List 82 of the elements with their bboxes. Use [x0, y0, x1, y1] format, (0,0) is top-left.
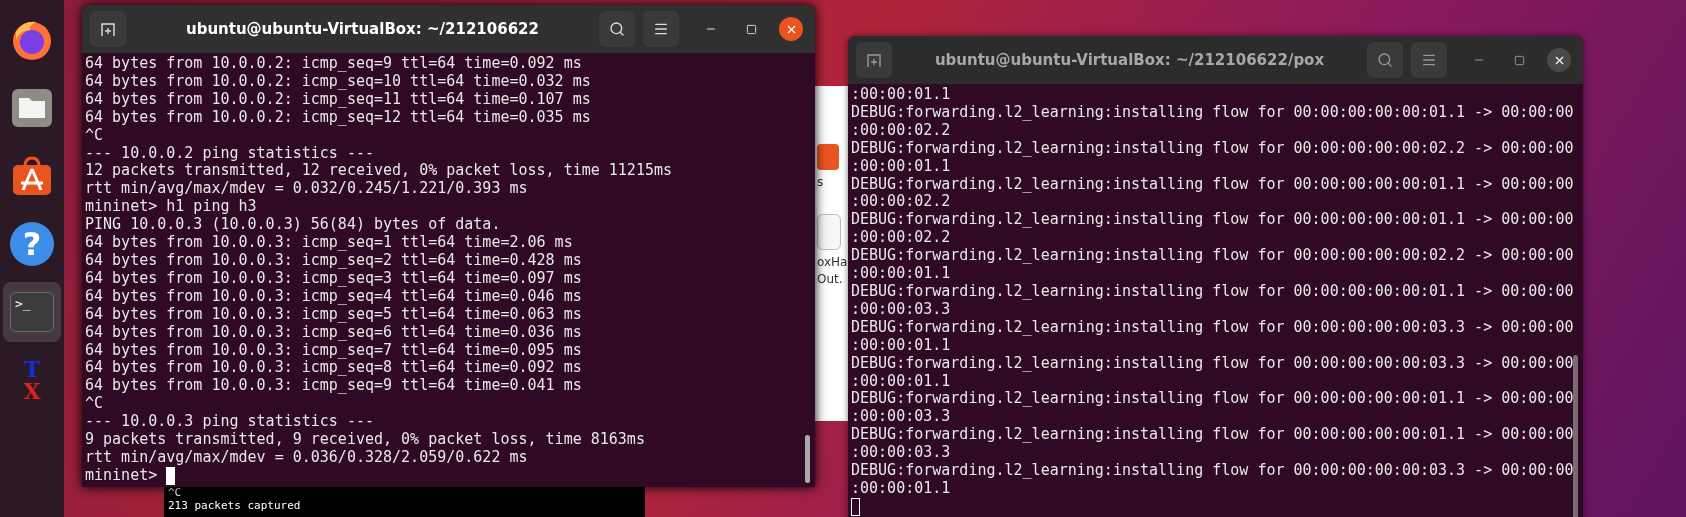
search-icon: [1377, 52, 1393, 68]
help-icon: ?: [10, 222, 54, 266]
close-button[interactable]: [1547, 48, 1571, 72]
maximize-icon: [745, 23, 757, 35]
new-tab-button[interactable]: [90, 11, 126, 47]
cursor: [851, 497, 860, 516]
window-title: ubuntu@ubuntu-VirtualBox: ~/212106622/pox: [933, 49, 1326, 71]
terminal-line: :00:00:02.2: [851, 193, 951, 212]
terminal-line: :00:00:01.1: [851, 336, 951, 355]
terminal-line: :00:00:03.3: [851, 300, 951, 319]
menu-icon: [1421, 52, 1437, 68]
terminal-line: 12 packets transmitted, 12 received, 0% packet loss, time 11215ms: [85, 162, 672, 181]
terminal-line: 213 packets captured: [168, 499, 301, 512]
shopping-bag-icon: [10, 154, 54, 198]
terminal-line: DEBUG:forwarding.l2_learning:installing flow for 00:00:00:00:00:03.3 -> 00:00:00: [851, 462, 1574, 480]
menu-button[interactable]: [1411, 42, 1447, 78]
terminal-line: 64 bytes from 10.0.0.2: icmp_seq=9 ttl=64 time=0.092 ms: [85, 55, 582, 73]
terminal-line: :00:00:01.1: [851, 157, 951, 176]
prompt: mininet>: [85, 466, 158, 485]
terminal-line: :00:00:01.1: [851, 479, 951, 498]
terminal-line: :00:00:02.2: [851, 229, 951, 248]
terminal-line: :00:00:03.3: [851, 444, 951, 463]
terminal-line: 64 bytes from 10.0.0.2: icmp_seq=12 ttl=64 time=0.035 ms: [85, 108, 591, 127]
cursor: [166, 466, 176, 485]
icon-label: s: [817, 174, 824, 190]
terminal-line: 64 bytes from 10.0.0.3: icmp_seq=7 ttl=64 time=0.095 ms: [85, 341, 582, 360]
search-icon: [609, 21, 625, 37]
terminal-line: 64 bytes from 10.0.0.3: icmp_seq=4 ttl=64 time=0.046 ms: [85, 287, 582, 306]
terminal-line: DEBUG:forwarding.l2_learning:installing flow for 00:00:00:00:00:01.1 -> 00:00:00: [851, 211, 1574, 230]
terminal-line: DEBUG:forwarding.l2_learning:installing flow for 00:00:00:00:00:02.2 -> 00:00:00: [851, 247, 1574, 266]
terminal-line: 64 bytes from 10.0.0.3: icmp_seq=1 ttl=64 time=2.06 ms: [85, 234, 573, 252]
terminal-line: --- 10.0.0.2 ping statistics ---: [85, 144, 374, 163]
terminal-line: 64 bytes from 10.0.0.2: icmp_seq=11 ttl=64 time=0.107 ms: [85, 90, 591, 109]
terminal-line: mininet> h1 ping h3: [85, 198, 257, 217]
dock-item[interactable]: T X: [3, 350, 61, 410]
icon-label: oxHa: [817, 254, 848, 271]
search-button[interactable]: [599, 11, 635, 47]
app-icon: [817, 144, 839, 170]
icon-label: Out.: [817, 271, 843, 288]
terminal-icon: >_: [10, 292, 54, 332]
terminal-line: 64 bytes from 10.0.0.3: icmp_seq=8 ttl=64 time=0.092 ms: [85, 359, 582, 378]
terminal-line: DEBUG:forwarding.l2_learning:installing flow for 00:00:00:00:00:03.3 -> 00:00:00: [851, 354, 1574, 373]
close-button[interactable]: [779, 17, 803, 41]
terminal-line: 64 bytes from 10.0.0.3: icmp_seq=2 ttl=64 time=0.428 ms: [85, 251, 582, 270]
terminal-line: rtt min/avg/max/mdev = 0.032/0.245/1.221/0.393 ms: [85, 180, 528, 199]
terminal-line: :00:00:03.3: [851, 408, 951, 427]
terminal-line: PING 10.0.0.3 (10.0.0.3) 56(84) bytes of data.: [85, 216, 501, 235]
menu-button[interactable]: [643, 11, 679, 47]
window-title: ubuntu@ubuntu-VirtualBox: ~/212106622: [185, 18, 540, 40]
menu-icon: [653, 21, 669, 37]
dock-item[interactable]: ?: [3, 214, 61, 274]
terminal-line: ^C: [85, 126, 104, 145]
terminal-line: ^C: [85, 395, 104, 414]
scrollbar: [805, 435, 810, 483]
terminal-line: DEBUG:forwarding.l2_learning:installing flow for 00:00:00:00:00:02.2 -> 00:00:00: [851, 139, 1574, 158]
terminal-line: DEBUG:forwarding.l2_learning:installing flow for 00:00:00:00:00:01.1 -> 00:00:00: [851, 390, 1574, 409]
dock-item[interactable]: >_: [3, 282, 61, 342]
new-tab-icon: [866, 52, 882, 68]
terminal-line: DEBUG:forwarding.l2_learning:installing flow for 00:00:00:00:00:01.1 -> 00:00:00: [851, 426, 1574, 445]
terminal-line: DEBUG:forwarding.l2_learning:installing flow for 00:00:00:00:00:01.1 -> 00:00:00: [851, 175, 1574, 194]
terminal-line: :00:00:01.1: [851, 86, 951, 104]
terminal-line: 64 bytes from 10.0.0.3: icmp_seq=6 ttl=64 time=0.036 ms: [85, 323, 582, 342]
terminal-line: DEBUG:forwarding.l2_learning:installing flow for 00:00:00:00:00:01.1 -> 00:00:00: [851, 103, 1574, 122]
terminal-line: :00:00:01.1: [851, 265, 951, 283]
terminal-line: :00:00:02.2: [851, 121, 951, 140]
new-tab-button[interactable]: [856, 42, 892, 78]
terminal-line: 64 bytes from 10.0.0.3: icmp_seq=9 ttl=64 time=0.041 ms: [85, 377, 582, 396]
terminal-line: DEBUG:forwarding.l2_learning:installing flow for 00:00:00:00:00:03.3 -> 00:00:00: [851, 318, 1574, 337]
maximize-icon: [1513, 54, 1525, 66]
terminal-line: 9 packets transmitted, 9 received, 0% packet loss, time 8163ms: [85, 431, 645, 449]
search-button[interactable]: [1367, 42, 1403, 78]
terminal-line: --- 10.0.0.3 ping statistics ---: [85, 413, 374, 432]
tex-icon: T X: [10, 356, 54, 404]
terminal-line: 64 bytes from 10.0.0.2: icmp_seq=10 ttl=64 time=0.032 ms: [85, 72, 591, 91]
terminal-line: rtt min/avg/max/mdev = 0.036/0.328/2.059/0.622 ms: [85, 448, 528, 467]
terminal-line: 64 bytes from 10.0.0.3: icmp_seq=3 ttl=64 time=0.097 ms: [85, 269, 582, 288]
terminal-line: ^C: [168, 486, 182, 499]
new-tab-icon: [100, 21, 116, 37]
terminal-line: DEBUG:forwarding.l2_learning:installing flow for 00:00:00:00:00:01.1 -> 00:00:00: [851, 282, 1574, 301]
terminal-line: 64 bytes from 10.0.0.3: icmp_seq=5 ttl=64 time=0.063 ms: [85, 305, 582, 324]
folder-icon: [10, 86, 54, 130]
terminal-line: :00:00:01.1: [851, 372, 951, 391]
